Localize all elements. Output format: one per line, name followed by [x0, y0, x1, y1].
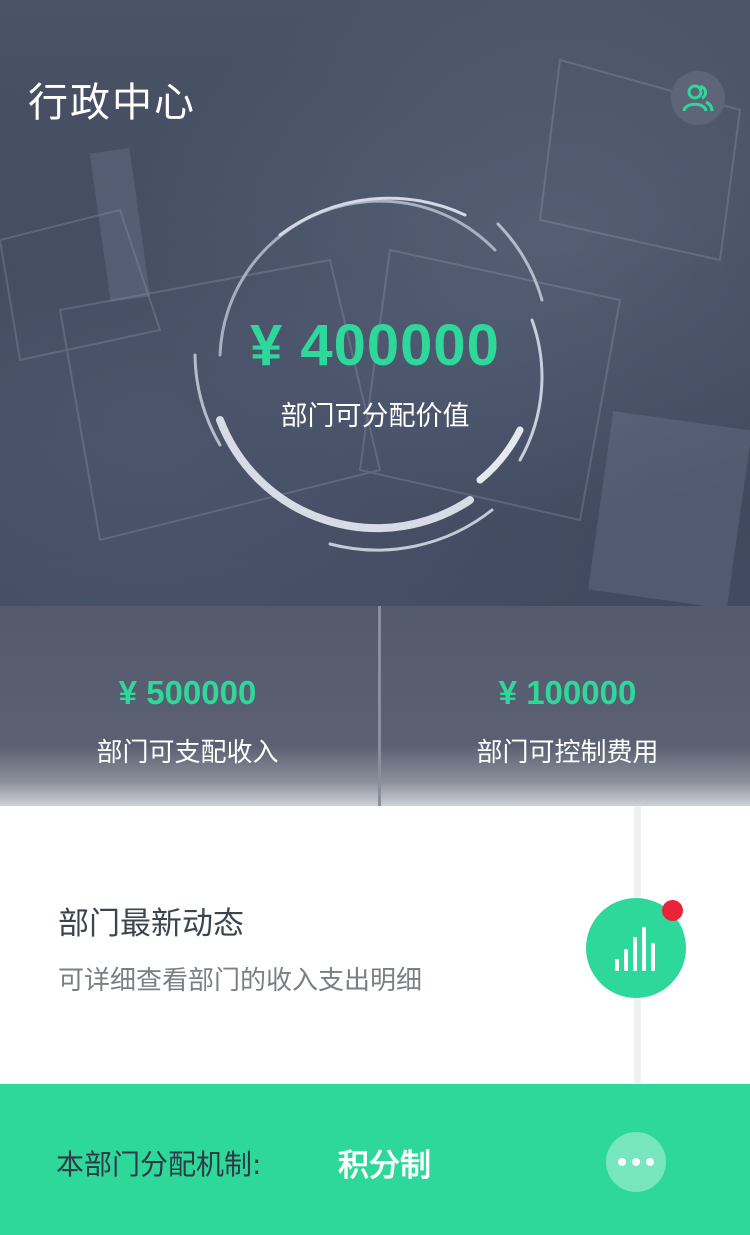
news-description: 可详细查看部门的收入支出明细	[58, 966, 423, 996]
stats-band: ¥ 500000 部门可支配收入 ¥ 100000 部门可控制费用	[0, 606, 750, 806]
users-icon	[682, 84, 714, 112]
controllable-cost-label: 部门可控制费用	[476, 738, 659, 768]
page-title: 行政中心	[28, 80, 196, 126]
hero-banner: 行政中心 ¥ 400000 部门可分配价值	[0, 0, 750, 606]
disposable-income-value: ¥ 500000	[118, 674, 257, 711]
bar-chart-icon	[615, 927, 655, 971]
more-icon	[618, 1158, 654, 1166]
department-news-card[interactable]: 部门最新动态 可详细查看部门的收入支出明细	[0, 806, 750, 1084]
allocatable-value-amount: ¥ 400000	[250, 313, 500, 378]
user-button[interactable]	[671, 71, 725, 125]
allocation-footer: 本部门分配机制: 积分制	[0, 1084, 750, 1235]
controllable-cost-value: ¥ 100000	[498, 674, 637, 711]
news-title: 部门最新动态	[58, 906, 244, 942]
disposable-income-stat[interactable]: ¥ 500000 部门可支配收入	[0, 606, 375, 806]
notification-badge	[662, 900, 683, 921]
more-button[interactable]	[606, 1132, 666, 1192]
allocation-mechanism-label: 本部门分配机制:	[56, 1148, 262, 1181]
allocatable-value-label: 部门可分配价值	[280, 401, 470, 432]
controllable-cost-stat[interactable]: ¥ 100000 部门可控制费用	[380, 606, 750, 806]
allocation-mechanism-value: 积分制	[338, 1148, 431, 1184]
disposable-income-label: 部门可支配收入	[96, 738, 279, 768]
